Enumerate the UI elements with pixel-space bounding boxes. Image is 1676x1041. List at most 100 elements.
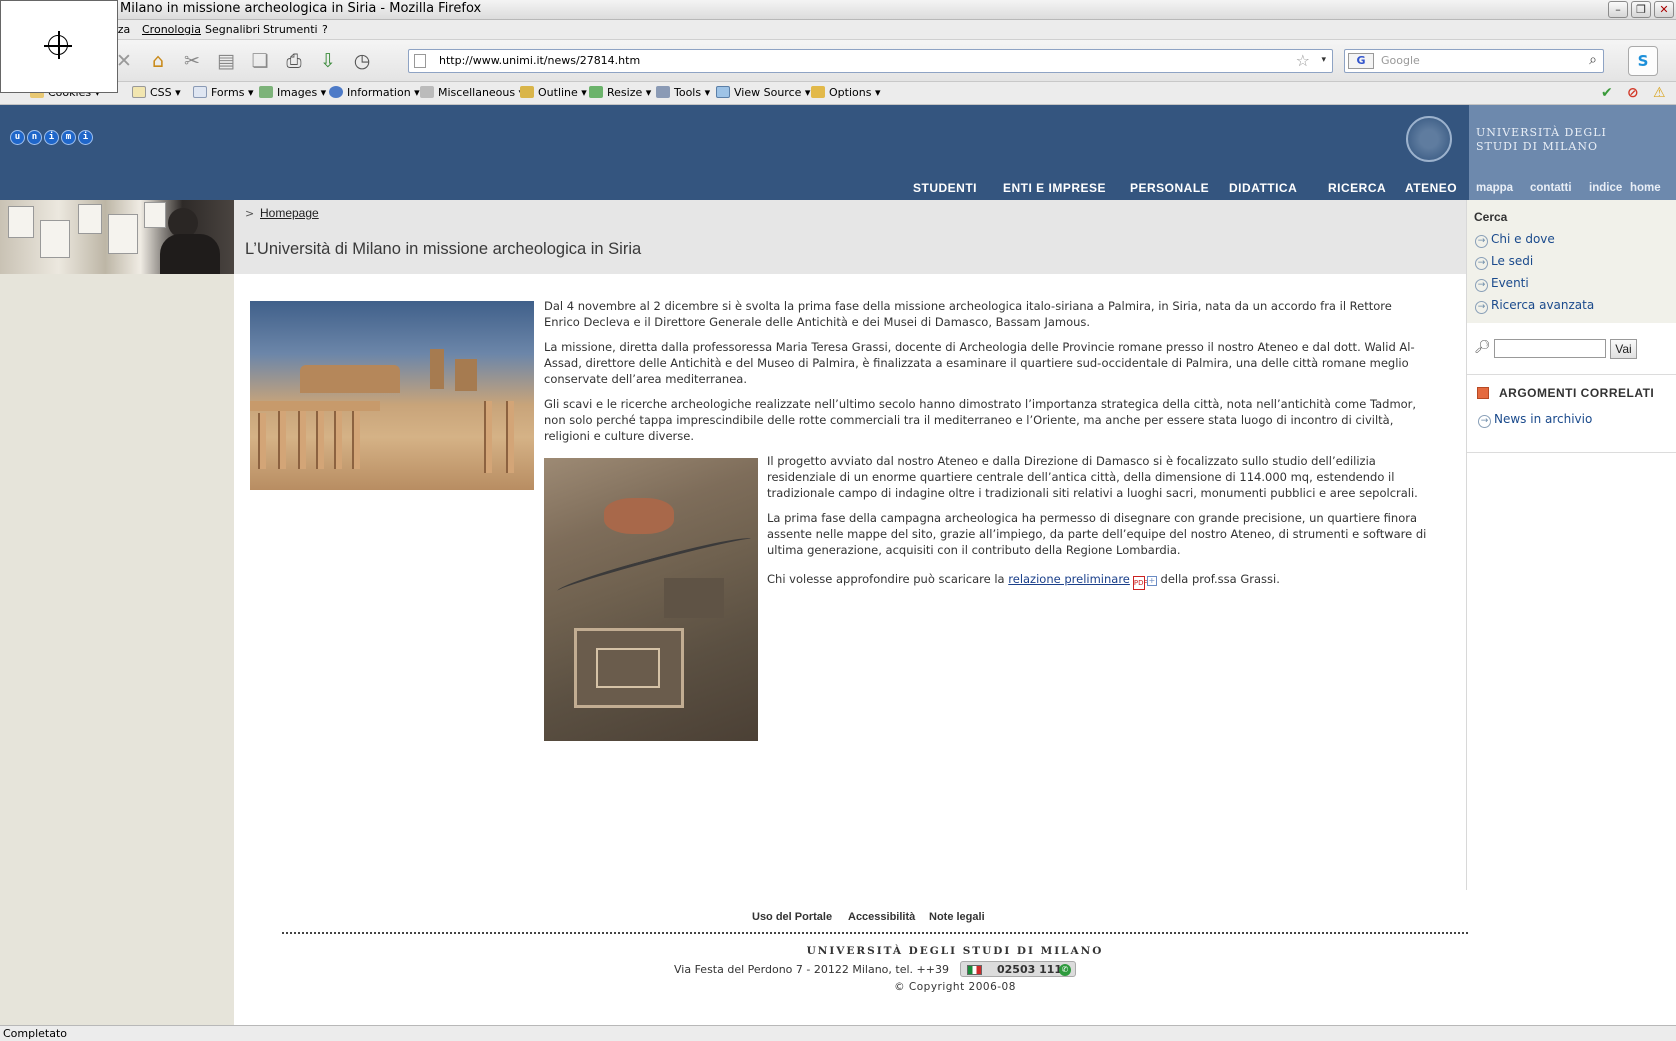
devbar-miscellaneous[interactable]: Miscellaneous ▾ xyxy=(420,86,524,99)
article-paragraph-2: La missione, diretta dalla professoressa… xyxy=(544,340,1415,386)
url-input[interactable] xyxy=(439,54,1259,67)
util-contatti[interactable]: contatti xyxy=(1530,182,1572,194)
breadcrumb-arrow: > xyxy=(245,207,255,220)
site-header: u n i m i UNIVERSITÀ DEGLI STUDI DI MILA… xyxy=(0,105,1676,200)
breadcrumb-bar xyxy=(234,200,1466,274)
pdf-icon[interactable]: PDF xyxy=(1132,576,1148,590)
warning-icon[interactable]: ⚠ xyxy=(1653,85,1666,101)
search-vai-button[interactable]: Vai xyxy=(1610,339,1637,359)
history-clock-icon[interactable]: ◷ xyxy=(350,49,374,73)
sidebar-link-chi-e-dove[interactable]: → Chi e dove xyxy=(1475,232,1555,248)
devbar-outline[interactable]: Outline ▾ xyxy=(520,86,587,99)
nav-enti-e-imprese[interactable]: ENTI E IMPRESE xyxy=(1003,181,1106,195)
print-icon[interactable]: ⎙ xyxy=(282,49,306,73)
window-title: Milano in missione archeologica in Siria… xyxy=(120,1,482,16)
related-topics-icon xyxy=(1477,387,1489,399)
window-controls: – ❐ ✕ xyxy=(1608,1,1674,18)
phone-badge[interactable]: 02503 111 ✆ xyxy=(960,961,1076,977)
menu-item-bookmarks[interactable]: Segnalibri xyxy=(205,23,260,36)
arrow-right-icon: → xyxy=(1475,235,1488,248)
magnifier-icon: 🔎︎ xyxy=(1474,340,1491,355)
footer-address: Via Festa del Perdono 7 - 20122 Milano, … xyxy=(674,963,949,976)
aerial-view-photo xyxy=(544,458,758,741)
article-paragraph-3: Gli scavi e le ricerche archeologiche re… xyxy=(544,397,1417,443)
related-link-news-archivio[interactable]: → News in archivio xyxy=(1478,412,1592,428)
university-seal-icon xyxy=(1406,116,1452,162)
download-icon[interactable]: ⇩ xyxy=(316,49,340,73)
url-bar[interactable]: ☆ ▾ xyxy=(408,49,1333,73)
menu-item-help[interactable]: ? xyxy=(322,23,328,36)
bookmark-star-icon[interactable]: ☆ xyxy=(1296,51,1310,70)
status-text: Completato xyxy=(3,1027,68,1040)
article-paragraph-1: Dal 4 novembre al 2 dicembre si è svolta… xyxy=(544,299,1392,329)
util-mappa[interactable]: mappa xyxy=(1476,182,1513,194)
devbar-view-source[interactable]: View Source ▾ xyxy=(716,86,810,99)
home-icon[interactable]: ⌂ xyxy=(146,49,170,73)
devbar-css[interactable]: CSS ▾ xyxy=(132,86,181,99)
sidebar-link-eventi[interactable]: → Eventi xyxy=(1475,276,1529,292)
window-titlebar: Milano in missione archeologica in Siria… xyxy=(0,0,1676,20)
devbar-images[interactable]: Images ▾ xyxy=(259,86,326,99)
palmyra-ruins-photo xyxy=(250,301,534,490)
search-placeholder: Google xyxy=(1381,54,1420,67)
sidebar-link-le-sedi[interactable]: → Le sedi xyxy=(1475,254,1533,270)
nav-studenti[interactable]: STUDENTI xyxy=(913,181,977,195)
site-search-input[interactable] xyxy=(1494,339,1606,358)
arrow-right-icon: → xyxy=(1475,279,1488,292)
web-developer-toolbar: Cookies ▾ CSS ▾ Forms ▾ Images ▾ Informa… xyxy=(0,82,1676,105)
related-topics-title: ARGOMENTI CORRELATI xyxy=(1499,386,1655,400)
devbar-tools[interactable]: Tools ▾ xyxy=(656,86,710,99)
footer-copyright: © Copyright 2006-08 xyxy=(894,981,1016,993)
unimi-logo[interactable]: u n i m i xyxy=(10,130,93,145)
util-indice[interactable]: indice xyxy=(1589,182,1622,194)
cerca-title: Cerca xyxy=(1474,210,1508,224)
menu-item-tools[interactable]: Strumenti xyxy=(263,23,318,36)
footer-link-uso-portale[interactable]: Uso del Portale xyxy=(752,911,832,923)
search-go-icon[interactable]: ⌕ xyxy=(1589,52,1597,68)
search-engine-icon[interactable]: G xyxy=(1348,53,1374,69)
minimize-button[interactable]: – xyxy=(1608,1,1628,18)
header-photo xyxy=(0,200,234,274)
footer-university: UNIVERSITÀ DEGLI STUDI DI MILANO xyxy=(806,945,1104,957)
skype-icon[interactable]: S xyxy=(1628,46,1658,76)
nav-ricerca[interactable]: RICERCA xyxy=(1328,181,1386,195)
menu-item-history[interactable]: Cronologia xyxy=(142,23,201,36)
copy-icon[interactable]: ❏ xyxy=(248,49,272,73)
devbar-resize[interactable]: Resize ▾ xyxy=(589,86,651,99)
expand-plus-icon[interactable]: + xyxy=(1146,576,1157,586)
paste-icon[interactable]: ▤ xyxy=(214,49,238,73)
devbar-options[interactable]: Options ▾ xyxy=(811,86,880,99)
arrow-right-icon: → xyxy=(1475,301,1488,314)
footer-link-note-legali[interactable]: Note legali xyxy=(929,911,985,923)
article-paragraph-6: Chi volesse approfondire può scaricare l… xyxy=(767,571,1427,590)
article-paragraph-5: La prima fase della campagna archeologic… xyxy=(767,511,1427,557)
sidebar-link-ricerca-avanzata[interactable]: → Ricerca avanzata xyxy=(1475,298,1594,314)
left-column xyxy=(0,200,234,1025)
close-button[interactable]: ✕ xyxy=(1654,1,1674,18)
article-paragraph-4: Il progetto avviato dal nostro Ateneo e … xyxy=(767,454,1418,500)
util-home[interactable]: home xyxy=(1630,182,1661,194)
devbar-forms[interactable]: Forms ▾ xyxy=(193,86,253,99)
status-bar: Completato xyxy=(0,1025,1676,1041)
phone-number: 02503 111 xyxy=(997,963,1063,976)
error-icon[interactable]: ⊘ xyxy=(1627,85,1639,101)
url-dropdown-icon[interactable]: ▾ xyxy=(1321,55,1326,65)
breadcrumb-homepage[interactable]: Homepage xyxy=(260,206,319,220)
cut-icon[interactable]: ✂ xyxy=(180,49,204,73)
page-title: L’Università di Milano in missione arche… xyxy=(245,240,642,258)
devbar-information[interactable]: Information ▾ xyxy=(329,86,420,99)
validation-ok-icon[interactable]: ✔ xyxy=(1601,85,1613,101)
university-name: UNIVERSITÀ DEGLI STUDI DI MILANO xyxy=(1476,126,1607,153)
arrow-right-icon: → xyxy=(1478,415,1491,428)
phone-icon[interactable]: ✆ xyxy=(1059,964,1071,976)
maximize-button[interactable]: ❐ xyxy=(1631,1,1651,18)
italy-flag-icon xyxy=(967,965,982,975)
search-bar[interactable]: G Google ⌕ xyxy=(1344,49,1604,73)
relazione-preliminare-link[interactable]: relazione preliminare xyxy=(1008,572,1130,586)
nav-personale[interactable]: PERSONALE xyxy=(1130,181,1209,195)
footer-link-accessibilita[interactable]: Accessibilità xyxy=(848,911,915,923)
nav-didattica[interactable]: DIDATTICA xyxy=(1229,181,1297,195)
nav-ateneo[interactable]: ATENEO xyxy=(1405,181,1457,195)
sidebar-divider xyxy=(1467,374,1676,375)
arrow-right-icon: → xyxy=(1475,257,1488,270)
